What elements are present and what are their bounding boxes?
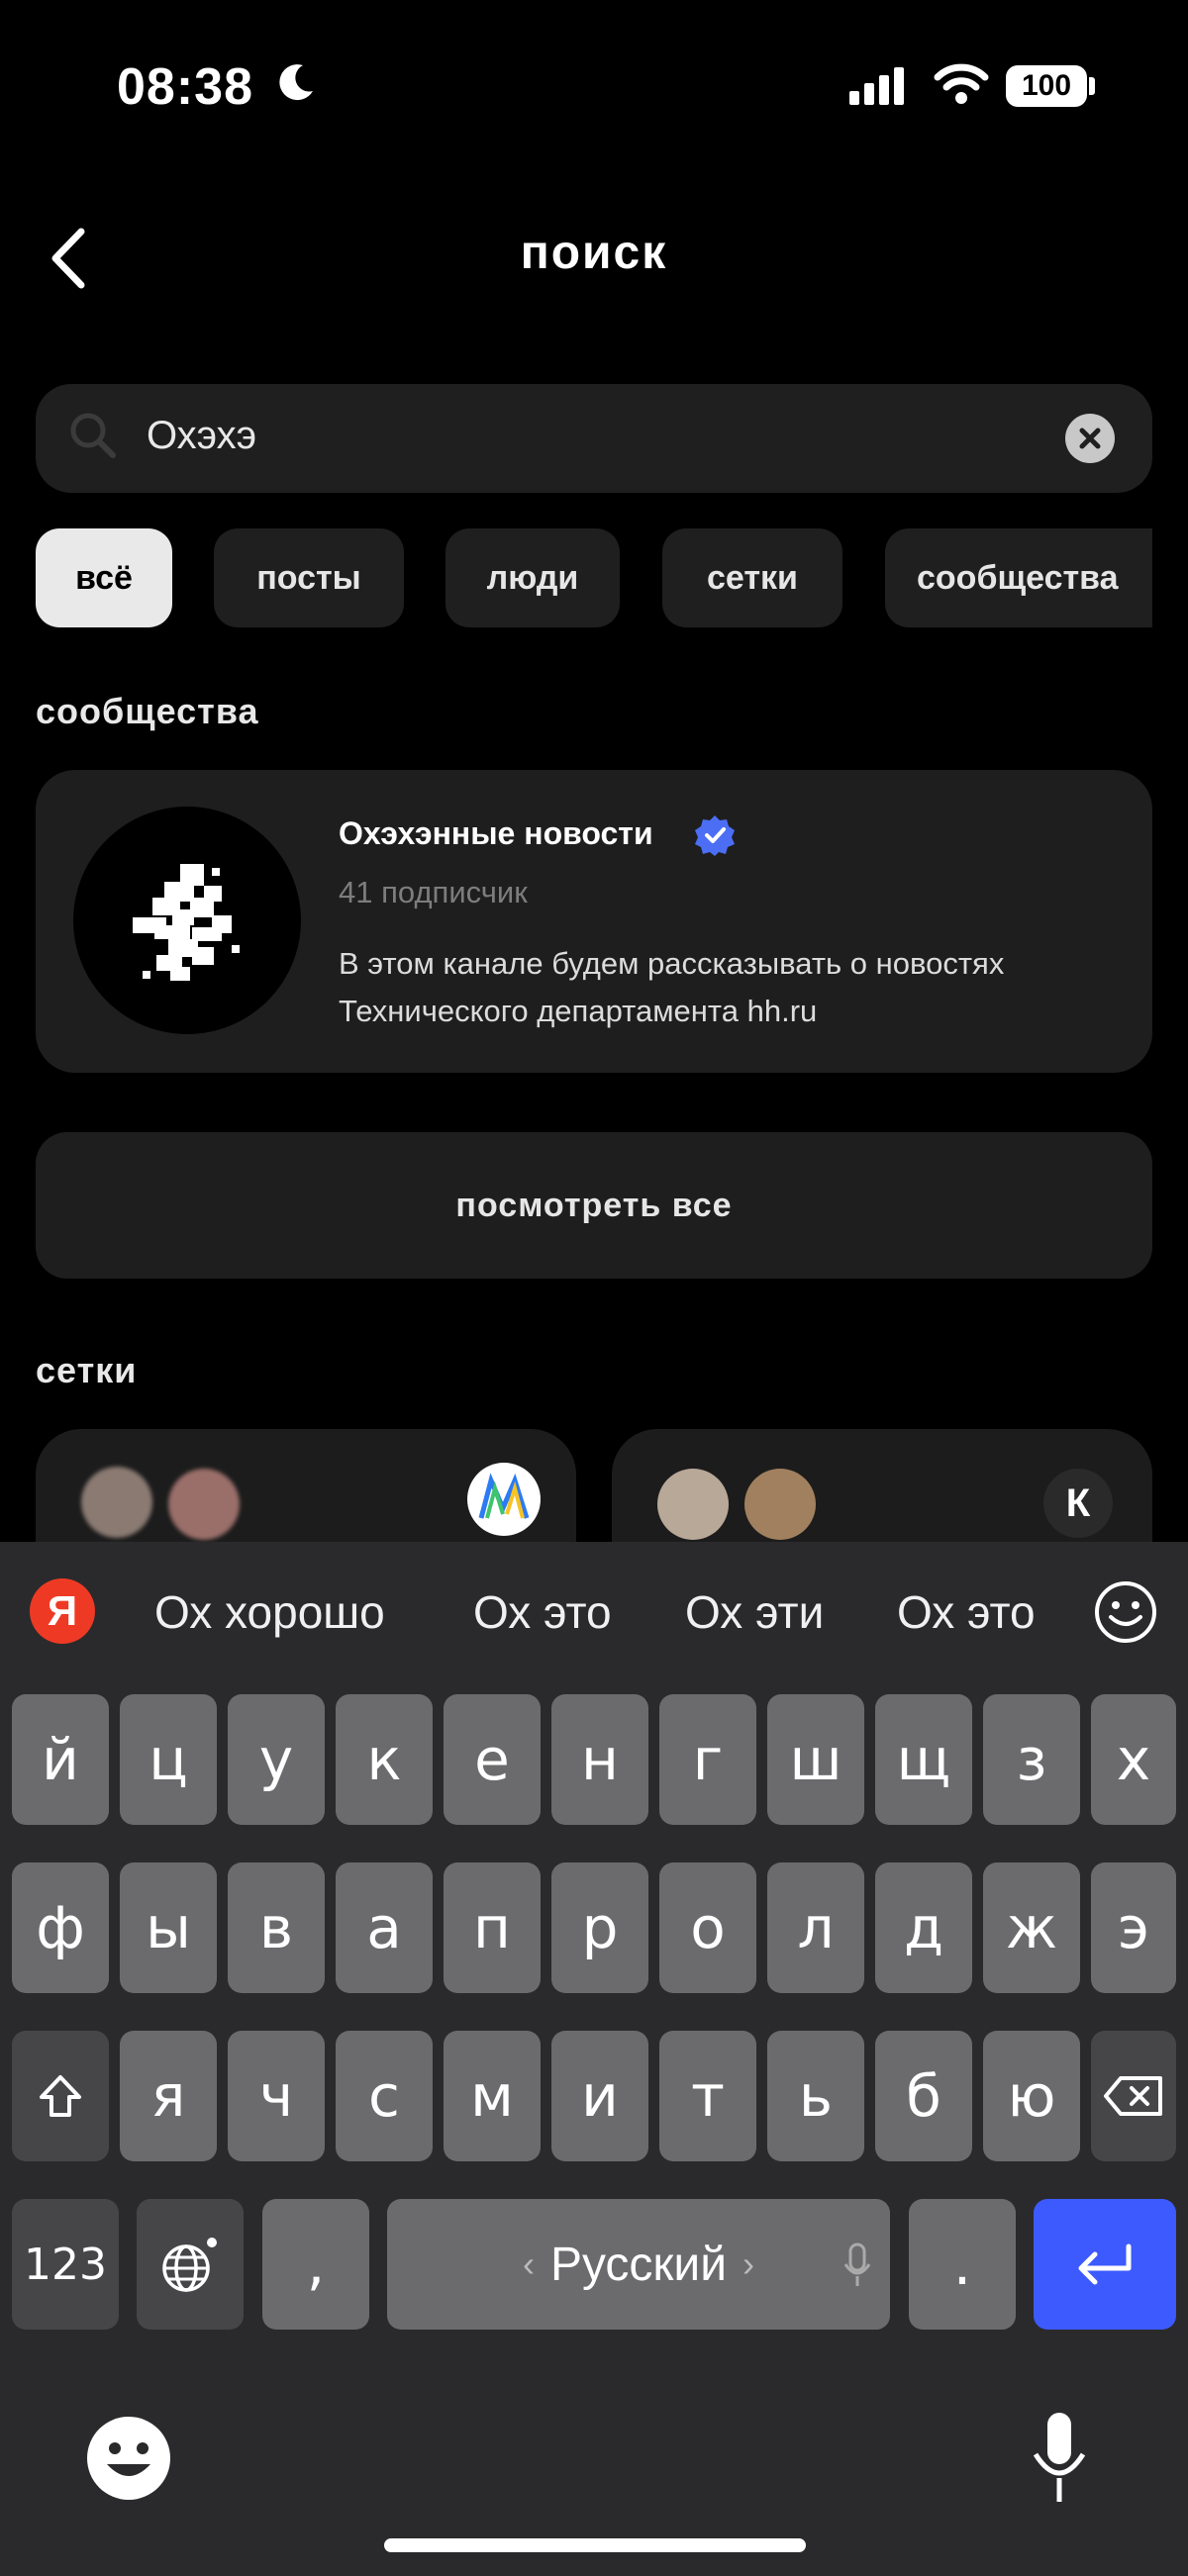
- yandex-keyboard-logo[interactable]: Я: [30, 1578, 95, 1644]
- key[interactable]: ч: [228, 2031, 325, 2161]
- key[interactable]: ф: [12, 1862, 109, 1993]
- avatar: [744, 1469, 816, 1540]
- key[interactable]: т: [659, 2031, 756, 2161]
- moon-icon: [279, 64, 313, 101]
- key[interactable]: е: [444, 1694, 541, 1825]
- filter-chip-networks[interactable]: сетки: [662, 528, 842, 627]
- key[interactable]: ы: [120, 1862, 217, 1993]
- key[interactable]: ц: [120, 1694, 217, 1825]
- community-name: Охэхэнные новости: [339, 815, 653, 851]
- network-logo-icon: [467, 1463, 541, 1536]
- emoji-keyboard-icon[interactable]: [85, 2415, 172, 2502]
- key[interactable]: о: [659, 1862, 756, 1993]
- key[interactable]: э: [1091, 1862, 1176, 1993]
- key[interactable]: ш: [767, 1694, 864, 1825]
- key[interactable]: в: [228, 1862, 325, 1993]
- suggestion[interactable]: Ох это: [897, 1585, 1055, 1639]
- search-icon: [70, 413, 116, 458]
- space-label: Русский: [549, 2238, 728, 2291]
- key[interactable]: з: [983, 1694, 1080, 1825]
- key[interactable]: л: [767, 1862, 864, 1993]
- wifi-icon: [934, 63, 989, 104]
- key[interactable]: й: [12, 1694, 109, 1825]
- search-query[interactable]: Охэхэ: [147, 410, 256, 461]
- filter-chip-people[interactable]: люди: [446, 528, 620, 627]
- chevron-right-icon: ›: [742, 2243, 755, 2284]
- key[interactable]: щ: [875, 1694, 972, 1825]
- shift-key[interactable]: [12, 2031, 109, 2161]
- key[interactable]: м: [444, 2031, 541, 2161]
- key[interactable]: г: [659, 1694, 756, 1825]
- signal-icon: [849, 67, 904, 105]
- verified-badge-icon: [695, 815, 735, 856]
- return-icon: [1078, 2243, 1132, 2285]
- key[interactable]: ь: [767, 2031, 864, 2161]
- key[interactable]: к: [336, 1694, 433, 1825]
- space-key[interactable]: ‹ Русский ›: [387, 2199, 890, 2330]
- filter-chip-posts[interactable]: посты: [214, 528, 404, 627]
- avatar: [657, 1469, 729, 1540]
- clear-icon[interactable]: [1065, 414, 1115, 463]
- suggestion[interactable]: Ох эти: [685, 1585, 824, 1639]
- numbers-key[interactable]: 123: [12, 2199, 119, 2330]
- shift-icon: [40, 2075, 81, 2117]
- microphone-icon[interactable]: [1030, 2409, 1089, 2508]
- suggestion[interactable]: Ох это: [473, 1585, 612, 1639]
- key[interactable]: и: [551, 2031, 648, 2161]
- community-description: В этом канале будем рассказывать о новос…: [339, 946, 1005, 1028]
- key[interactable]: б: [875, 2031, 972, 2161]
- network-badge: К: [1043, 1469, 1113, 1538]
- key[interactable]: я: [120, 2031, 217, 2161]
- see-all-button[interactable]: посмотреть все: [36, 1132, 1152, 1279]
- avatar: [81, 1467, 152, 1538]
- community-subscribers: 41 подписчик: [339, 875, 528, 909]
- backspace-icon: [1104, 2076, 1162, 2116]
- page-title: поиск: [520, 227, 668, 279]
- chevron-left-icon: ‹: [522, 2243, 535, 2284]
- key[interactable]: ж: [983, 1862, 1080, 1993]
- globe-icon: [162, 2238, 217, 2292]
- battery-tip: [1089, 77, 1095, 95]
- battery-indicator: 100: [1006, 65, 1087, 107]
- avatar: [168, 1469, 240, 1540]
- period-key[interactable]: .: [909, 2199, 1016, 2330]
- status-time: 08:38: [117, 58, 253, 116]
- key[interactable]: а: [336, 1862, 433, 1993]
- backspace-key[interactable]: [1091, 2031, 1176, 2161]
- home-indicator: [384, 2538, 806, 2552]
- section-title-networks: сетки: [36, 1350, 138, 1390]
- section-title-communities: сообщества: [36, 691, 259, 731]
- emoji-icon[interactable]: [1093, 1579, 1158, 1645]
- suggestion[interactable]: Ох хорошо: [154, 1585, 385, 1639]
- globe-key[interactable]: [137, 2199, 244, 2330]
- return-key[interactable]: [1034, 2199, 1176, 2330]
- filter-chip-communities[interactable]: сообщества: [885, 528, 1152, 627]
- key[interactable]: ю: [983, 2031, 1080, 2161]
- key[interactable]: д: [875, 1862, 972, 1993]
- comma-key[interactable]: ,: [262, 2199, 369, 2330]
- key[interactable]: х: [1091, 1694, 1176, 1825]
- key[interactable]: н: [551, 1694, 648, 1825]
- key[interactable]: р: [551, 1862, 648, 1993]
- key[interactable]: с: [336, 2031, 433, 2161]
- community-logo: [73, 807, 301, 1034]
- key[interactable]: у: [228, 1694, 325, 1825]
- key[interactable]: п: [444, 1862, 541, 1993]
- dictation-icon: [843, 2242, 871, 2286]
- filter-chip-all[interactable]: всё: [36, 528, 172, 627]
